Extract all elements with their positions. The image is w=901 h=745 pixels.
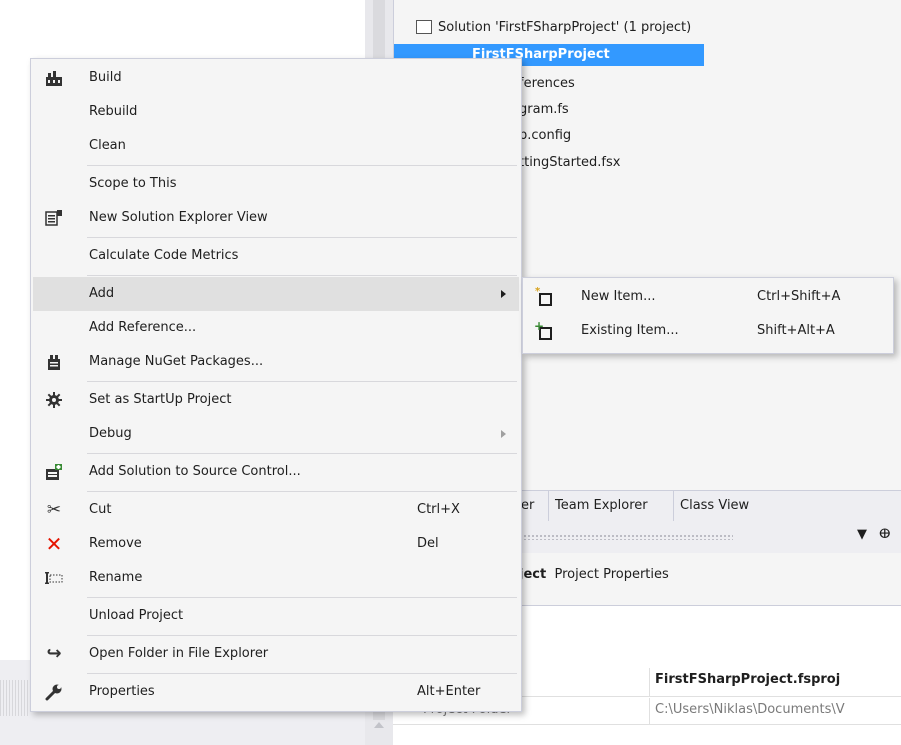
menu-separator (87, 597, 517, 598)
menu-item-new-solution-explorer-view[interactable]: New Solution Explorer View (33, 201, 519, 235)
menu-separator (87, 491, 517, 492)
tree-item-getting-started[interactable]: ttingStarted.fsx (519, 152, 620, 174)
menu-item-cut[interactable]: ✂ Cut Ctrl+X (33, 493, 519, 527)
menu-separator (87, 275, 517, 276)
menu-item-add-reference[interactable]: Add Reference... (33, 311, 519, 345)
menu-item-rebuild[interactable]: Rebuild (33, 95, 519, 129)
tree-item-program-fs[interactable]: gram.fs (519, 99, 569, 121)
menu-separator (87, 381, 517, 382)
tree-item-references[interactable]: ferences (519, 73, 575, 95)
menu-item-remove[interactable]: ✕ Remove Del (33, 527, 519, 561)
dropdown-icon[interactable]: ▼ (857, 527, 867, 542)
wrench-icon (45, 683, 63, 701)
gear-icon (45, 391, 63, 409)
add-submenu: * New Item... Ctrl+Shift+A + Existing It… (522, 277, 894, 354)
menu-item-manage-nuget[interactable]: Manage NuGet Packages... (33, 345, 519, 379)
source-control-icon (45, 463, 63, 481)
submenu-arrow-icon (501, 430, 506, 438)
menu-item-clean[interactable]: Clean (33, 129, 519, 163)
menu-item-open-folder[interactable]: ↪ Open Folder in File Explorer (33, 637, 519, 671)
menu-item-build[interactable]: Build (33, 61, 519, 95)
menu-item-debug[interactable]: Debug (33, 417, 519, 451)
menu-item-unload-project[interactable]: Unload Project (33, 599, 519, 633)
nuget-icon (45, 353, 63, 371)
submenu-arrow-icon (501, 290, 506, 298)
menu-separator (87, 635, 517, 636)
menu-item-rename[interactable]: Rename (33, 561, 519, 595)
tree-item-app-config[interactable]: p.config (519, 125, 571, 147)
open-folder-icon: ↪ (46, 643, 62, 664)
submenu-item-new-item[interactable]: * New Item... Ctrl+Shift+A (525, 280, 891, 314)
menu-item-add-to-source-control[interactable]: Add Solution to Source Control... (33, 455, 519, 489)
menu-separator (87, 165, 517, 166)
remove-icon: ✕ (45, 532, 63, 556)
pin-icon[interactable]: ⴲ (879, 527, 891, 542)
submenu-item-existing-item[interactable]: + Existing Item... Shift+Alt+A (525, 314, 891, 348)
scissors-icon: ✂ (46, 500, 62, 520)
menu-item-scope-to-this[interactable]: Scope to This (33, 167, 519, 201)
new-view-icon (45, 209, 63, 227)
menu-item-properties[interactable]: Properties Alt+Enter (33, 675, 519, 709)
tab-class-view[interactable]: Class View (673, 491, 755, 521)
context-menu: Build Rebuild Clean Scope to This New So… (30, 58, 522, 712)
menu-item-calculate-code-metrics[interactable]: Calculate Code Metrics (33, 239, 519, 273)
existing-item-icon: + (534, 319, 555, 340)
tab-team-explorer[interactable]: Team Explorer (548, 491, 654, 521)
rename-icon (45, 569, 63, 587)
tree-item-solution[interactable]: Solution 'FirstFSharpProject' (1 project… (416, 17, 691, 39)
splitter-grip[interactable] (0, 680, 30, 716)
menu-item-set-startup[interactable]: Set as StartUp Project (33, 383, 519, 417)
menu-separator (87, 673, 517, 674)
build-icon (45, 69, 63, 87)
menu-separator (87, 237, 517, 238)
menu-separator (87, 453, 517, 454)
new-item-icon: * (535, 286, 555, 306)
solution-icon (416, 19, 432, 34)
scroll-up-arrow-icon[interactable] (374, 722, 384, 728)
menu-item-add[interactable]: Add (33, 277, 519, 311)
